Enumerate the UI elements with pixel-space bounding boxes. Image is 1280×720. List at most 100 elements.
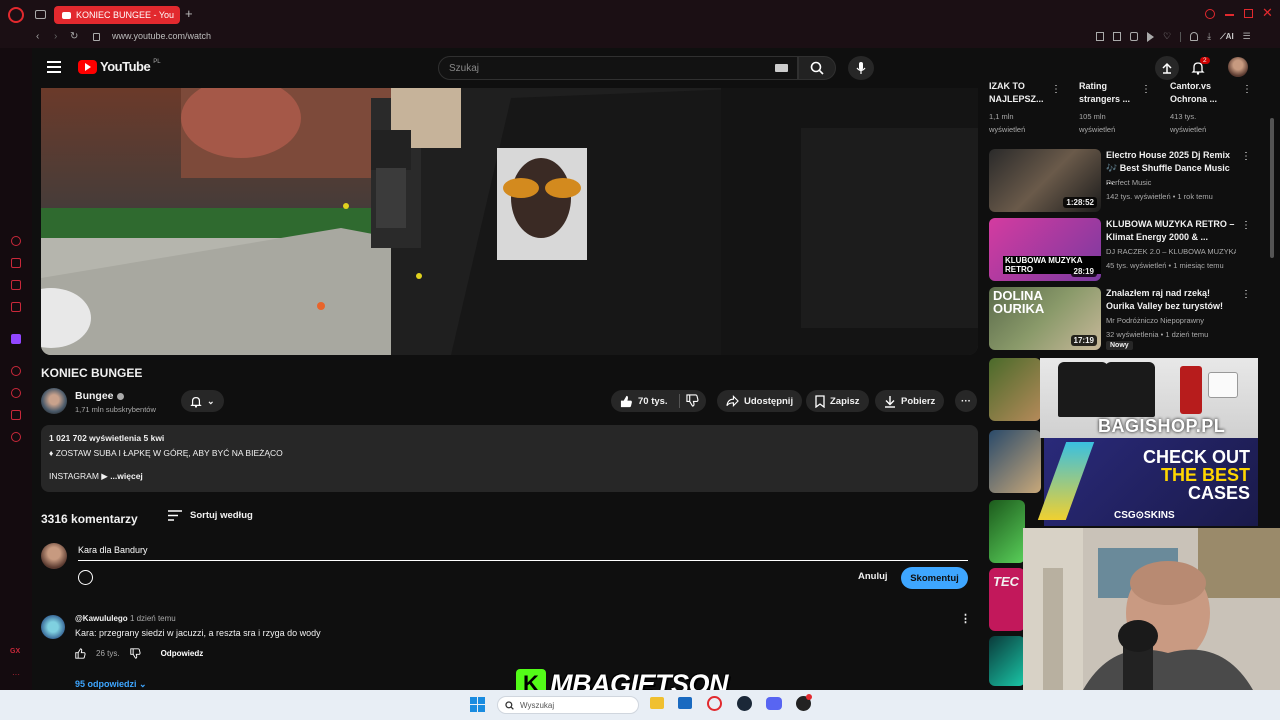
rec-top-menu-icon[interactable]: ⋮ [1242, 84, 1252, 95]
rec-title: KLUBOWA MUZYKA RETRO – Klimat Energy 200… [1106, 219, 1235, 242]
minimize-icon[interactable] [1225, 14, 1234, 16]
rec-top-card[interactable]: Rating strangers ... 105 mln wyświetleń [1079, 80, 1149, 136]
new-tab-button[interactable]: + [185, 6, 193, 21]
sort-label: Sortuj według [190, 510, 253, 521]
settings-icon[interactable] [11, 432, 21, 442]
rec-menu-icon[interactable]: ⋮ [1241, 220, 1251, 231]
hamburger-menu-icon[interactable] [47, 61, 61, 73]
adblock-icon[interactable] [1130, 32, 1138, 41]
back-icon[interactable]: ‹ [36, 31, 39, 42]
sidebar-more-icon[interactable]: ··· [12, 670, 20, 679]
forward-icon[interactable]: › [54, 31, 57, 42]
url-text[interactable]: www.youtube.com/watch [112, 31, 211, 41]
show-more-link[interactable]: ...więcej [110, 471, 143, 481]
music-icon[interactable] [11, 302, 21, 312]
rec-channel: Mr Podróżniczo Niepoprawny [1106, 316, 1204, 325]
tshirt-graphic [1105, 362, 1155, 417]
dislike-button[interactable] [686, 394, 699, 407]
comment-author-avatar[interactable] [41, 615, 65, 639]
rec-thumbnail-partial[interactable] [989, 636, 1025, 686]
cancel-button[interactable]: Anuluj [858, 571, 888, 582]
opera-taskbar-icon[interactable] [707, 696, 722, 711]
steam-icon[interactable] [737, 696, 752, 711]
download-button[interactable]: Pobierz [875, 390, 945, 412]
rec-top-card[interactable]: Cantor.vs Ochrona ... 413 tys. wyświetle… [1170, 80, 1240, 136]
notification-bell-button[interactable]: ⌄ [181, 390, 224, 412]
notifications-button[interactable]: 2 [1191, 57, 1210, 75]
video-player[interactable] [41, 88, 978, 355]
rec-top-menu-icon[interactable]: ⋮ [1141, 84, 1151, 95]
share-button[interactable]: Udostępnij [717, 390, 803, 412]
store-icon[interactable] [678, 697, 692, 709]
description-box[interactable]: 1 021 702 wyświetlenia 5 kwi ♦ ZOSTAW SU… [41, 425, 978, 492]
rec-top-card[interactable]: IZAK TO NAJLEPSZ... 1,1 mln wyświetleń [989, 80, 1059, 136]
rec-thumbnail-partial[interactable] [989, 430, 1041, 493]
taskbar-search[interactable]: Wyszukaj [497, 696, 639, 714]
channel-avatar[interactable] [41, 388, 67, 414]
twitch-icon[interactable] [11, 334, 21, 344]
snapshot-icon[interactable] [1113, 32, 1121, 41]
rec-thumbnail-partial[interactable] [989, 358, 1041, 421]
history-icon[interactable] [11, 236, 21, 246]
rec-top-menu-icon[interactable]: ⋮ [1051, 84, 1061, 95]
search-button[interactable] [798, 56, 836, 80]
save-button[interactable]: Zapisz [806, 390, 869, 412]
sort-comments-button[interactable]: Sortuj według [168, 510, 253, 521]
thumbs-down-icon [686, 394, 699, 407]
discord-icon[interactable] [766, 697, 782, 710]
maximize-icon[interactable] [1244, 9, 1253, 18]
comment-actions: 26 tys. Odpowiedz [75, 648, 203, 659]
file-explorer-icon[interactable] [650, 697, 664, 709]
logo-text: YouTube [100, 59, 151, 74]
comment-menu-icon[interactable]: ⋮ [960, 612, 971, 625]
menu-icon[interactable]: ☰ [1243, 32, 1251, 42]
workspaces-icon[interactable] [35, 10, 46, 19]
comment-input[interactable]: Kara dla Bandury [78, 543, 968, 561]
aria-ai-button[interactable]: ⟋AI [1220, 32, 1234, 42]
more-actions-button[interactable]: ··· [955, 390, 977, 412]
pin-icon[interactable] [1096, 32, 1104, 41]
download-icon[interactable]: ⤓ [1207, 32, 1211, 42]
opera-logo-icon[interactable] [8, 7, 24, 23]
bookmarks-icon[interactable] [11, 410, 21, 420]
channel-name[interactable]: Bungee [75, 390, 124, 402]
player-side-icon[interactable] [11, 366, 21, 376]
aria-icon[interactable] [11, 258, 21, 268]
thumbs-down-icon[interactable] [129, 648, 141, 659]
channel-name-text: Bungee [75, 390, 114, 402]
comment-author[interactable]: @Kawululego 1 dzień temu [75, 614, 176, 623]
account-avatar[interactable] [1228, 57, 1248, 77]
rec-menu-icon[interactable]: ⋮ [1241, 151, 1251, 162]
upload-button[interactable] [1155, 56, 1179, 80]
keyboard-icon[interactable] [775, 64, 788, 72]
windows-start-icon[interactable] [470, 697, 485, 712]
instagram-link[interactable]: INSTAGRAM ▶ [49, 471, 108, 481]
search-input[interactable]: Szukaj [438, 56, 798, 80]
rec-thumbnail-partial[interactable]: TEC [989, 568, 1025, 631]
address-bar-row: ‹ › ↻ www.youtube.com/watch ♡ ⤓ ⟋AI ☰ [0, 28, 1280, 48]
emoji-icon[interactable] [78, 570, 93, 585]
replies-toggle[interactable]: 95 odpowiedzi ⌄ [75, 679, 147, 690]
sidebar-scrollbar[interactable] [1270, 118, 1274, 258]
search-tabs-icon[interactable] [1205, 9, 1215, 19]
reload-icon[interactable]: ↻ [70, 31, 78, 42]
csgo-ad: CHECK OUT THE BEST CASES CSG⊙SKINS [1037, 438, 1258, 526]
clock-icon[interactable] [11, 388, 21, 398]
recommendations-top-row: IZAK TO NAJLEPSZ... 1,1 mln wyświetleń ⋮… [989, 81, 1259, 138]
submit-comment-button[interactable]: Skomentuj [901, 567, 968, 589]
thumbs-up-icon[interactable] [75, 648, 86, 659]
browser-tab-active[interactable]: KONIEC BUNGEE - You [54, 6, 180, 24]
rec-menu-icon[interactable]: ⋮ [1241, 289, 1251, 300]
ai-label: AI [1225, 32, 1234, 41]
rec-duration: 28:19 [1070, 266, 1097, 277]
profile-icon[interactable] [1190, 32, 1199, 41]
voice-search-button[interactable] [848, 56, 874, 80]
reply-button[interactable]: Odpowiedz [161, 649, 204, 658]
rec-thumbnail-partial[interactable] [989, 500, 1025, 563]
messenger-icon[interactable] [11, 280, 21, 290]
youtube-logo[interactable]: YouTube PL [78, 59, 161, 74]
gx-icon[interactable]: GX [10, 648, 20, 655]
heart-icon[interactable]: ♡ [1163, 32, 1171, 42]
player-icon[interactable] [1147, 32, 1154, 42]
close-window-icon[interactable]: ✕ [1262, 5, 1273, 21]
